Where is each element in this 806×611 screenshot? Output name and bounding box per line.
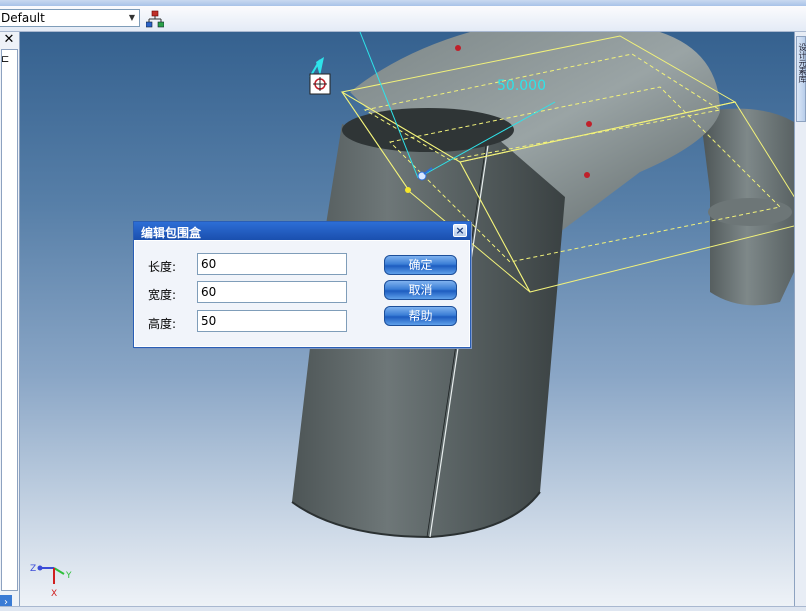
dialog-titlebar[interactable]: 编辑包围盒 × xyxy=(134,222,470,240)
dimension-value: 50.000 xyxy=(497,78,546,94)
help-button[interactable]: 帮助 xyxy=(384,306,457,326)
x-axis-label: X xyxy=(51,589,57,599)
length-label: 长度: xyxy=(148,260,177,274)
z-axis-tip xyxy=(37,565,43,571)
z-axis-label: Z xyxy=(30,564,36,574)
y-axis-label: Y xyxy=(65,571,72,581)
close-icon[interactable]: × xyxy=(453,224,467,237)
pin-icon[interactable]: ⊏ xyxy=(1,54,9,65)
height-label: 高度: xyxy=(148,317,177,331)
toolbar: Default ▼ xyxy=(0,6,806,32)
dialog-body: 长度: 宽度: 高度: 确定 取消 帮助 xyxy=(135,241,469,346)
width-label: 宽度: xyxy=(148,288,177,302)
left-panel: ✕ ⊏ › xyxy=(0,32,20,611)
hierarchy-icon[interactable] xyxy=(146,10,164,28)
dialog-title: 编辑包围盒 xyxy=(141,226,202,240)
chevron-down-icon[interactable]: ▼ xyxy=(125,10,139,26)
length-field[interactable] xyxy=(197,253,347,275)
right-panel: 设计元素库 xyxy=(794,32,806,606)
width-field[interactable] xyxy=(197,281,347,303)
move-handle-icon[interactable] xyxy=(309,73,331,95)
design-library-tab[interactable]: 设计元素库 xyxy=(796,36,806,122)
right-branch-end xyxy=(708,198,792,226)
edit-bounding-box-dialog: 编辑包围盒 × 长度: 宽度: 高度: 确定 取消 帮助 xyxy=(133,221,471,348)
y-axis xyxy=(53,567,65,575)
height-field[interactable] xyxy=(197,310,347,332)
close-icon[interactable]: ✕ xyxy=(1,33,17,47)
ok-button[interactable]: 确定 xyxy=(384,255,457,275)
left-panel-tree[interactable] xyxy=(1,49,18,591)
config-select-value: Default xyxy=(1,11,45,25)
status-strip xyxy=(0,606,806,611)
config-select[interactable]: Default ▼ xyxy=(0,9,140,27)
axis-triad: Z Y X xyxy=(30,564,72,599)
cancel-button[interactable]: 取消 xyxy=(384,280,457,300)
design-library-tab-label: 设计元素库 xyxy=(798,43,806,83)
